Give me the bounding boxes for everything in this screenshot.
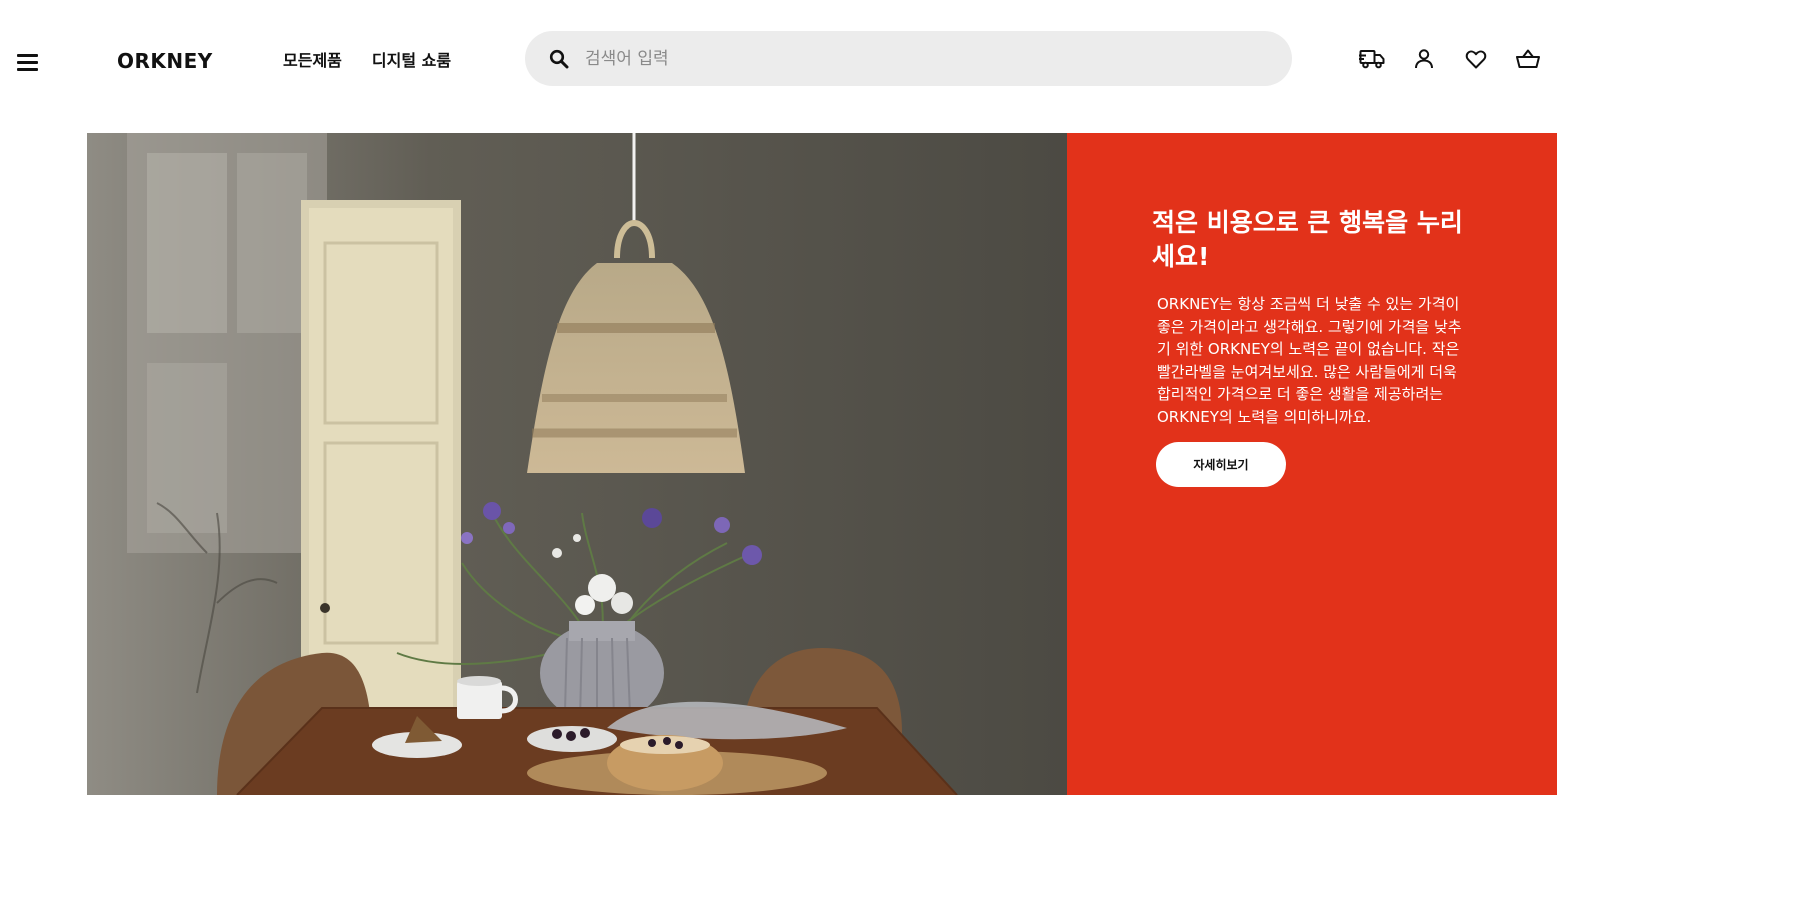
hero-description: ORKNEY는 항상 조금씩 더 낮출 수 있는 가격이 좋은 가격이라고 생각… [1157, 295, 1462, 426]
search-bar[interactable] [525, 31, 1292, 86]
menu-bar [17, 61, 38, 64]
user-icon[interactable] [1410, 45, 1438, 73]
main-nav: 모든제품 디지털 쇼룸 [283, 47, 451, 71]
hero-image [87, 133, 1067, 795]
logo[interactable]: ORKNEY [117, 49, 213, 73]
header-actions [1358, 45, 1542, 73]
heart-icon[interactable] [1462, 45, 1490, 73]
menu-icon[interactable] [14, 52, 40, 72]
site-header: ORKNEY 모든제품 디지털 쇼룸 [0, 0, 1817, 130]
learn-more-button[interactable]: 자세히보기 [1156, 442, 1286, 487]
search-icon[interactable] [549, 49, 569, 69]
delivery-truck-icon[interactable] [1358, 45, 1386, 73]
hero-title: 적은 비용으로 큰 행복을 누리세요! [1152, 208, 1463, 271]
menu-bar [17, 68, 38, 71]
search-input[interactable] [585, 31, 1265, 86]
nav-digital-showroom[interactable]: 디지털 쇼룸 [372, 47, 451, 71]
hero-banner: 적은 비용으로 큰 행복을 누리세요! ORKNEY는 항상 조금씩 더 낮출 … [87, 133, 1557, 795]
shopping-basket-icon[interactable] [1514, 45, 1542, 73]
nav-all-products[interactable]: 모든제품 [283, 47, 342, 71]
menu-bar [17, 54, 38, 57]
hero-promo-panel: 적은 비용으로 큰 행복을 누리세요! ORKNEY는 항상 조금씩 더 낮출 … [1067, 133, 1557, 795]
